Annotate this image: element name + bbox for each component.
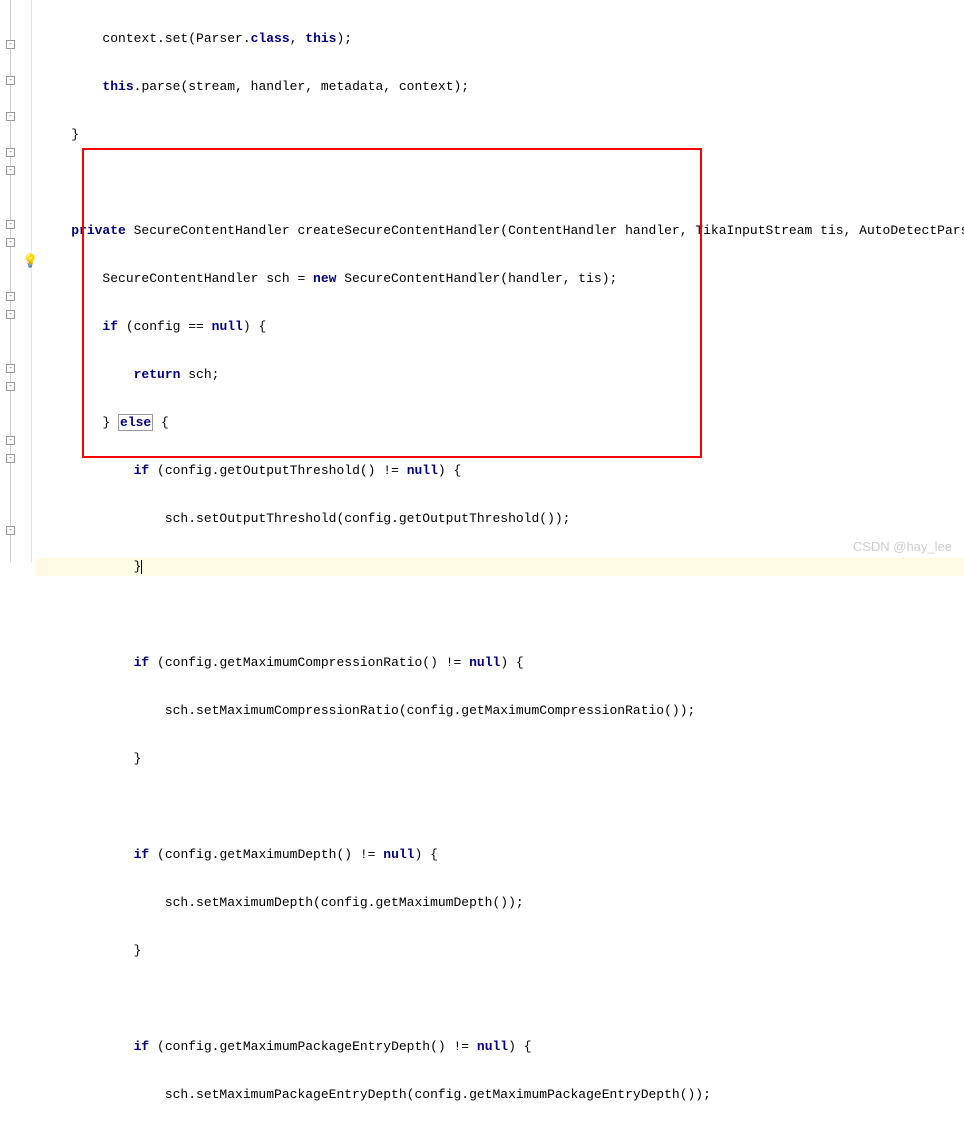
code-line[interactable]: if (config == null) { xyxy=(36,318,964,336)
code-line[interactable]: } xyxy=(36,750,964,768)
code-line[interactable]: } xyxy=(36,942,964,960)
code-line[interactable]: context.set(Parser.class, this); xyxy=(36,30,964,48)
fold-icon[interactable]: - xyxy=(6,76,15,85)
code-line[interactable]: SecureContentHandler sch = new SecureCon… xyxy=(36,270,964,288)
code-line[interactable]: } xyxy=(36,126,964,144)
fold-icon[interactable]: - xyxy=(6,166,15,175)
code-line[interactable] xyxy=(36,798,964,816)
fold-icon[interactable]: - xyxy=(6,220,15,229)
fold-icon[interactable]: - xyxy=(6,526,15,535)
code-line[interactable]: sch.setOutputThreshold(config.getOutputT… xyxy=(36,510,964,528)
code-line[interactable] xyxy=(36,606,964,624)
code-line[interactable] xyxy=(36,990,964,1008)
code-editor[interactable]: - - - - - - - - - - - - - - 💡 context.se… xyxy=(0,0,964,562)
gutter: - - - - - - - - - - - - - - 💡 xyxy=(0,0,32,562)
fold-icon[interactable]: - xyxy=(6,148,15,157)
fold-icon[interactable]: - xyxy=(6,292,15,301)
code-line[interactable]: if (config.getOutputThreshold() != null)… xyxy=(36,462,964,480)
fold-icon[interactable]: - xyxy=(6,238,15,247)
code-line[interactable]: sch.setMaximumDepth(config.getMaximumDep… xyxy=(36,894,964,912)
code-line[interactable]: private SecureContentHandler createSecur… xyxy=(36,222,964,240)
code-line[interactable]: return sch; xyxy=(36,366,964,384)
code-line[interactable]: if (config.getMaximumPackageEntryDepth()… xyxy=(36,1038,964,1056)
code-line[interactable]: if (config.getMaximumCompressionRatio() … xyxy=(36,654,964,672)
code-line[interactable] xyxy=(36,174,964,192)
fold-icon[interactable]: - xyxy=(6,364,15,373)
fold-icon[interactable]: - xyxy=(6,454,15,463)
code-area[interactable]: context.set(Parser.class, this); this.pa… xyxy=(32,0,964,562)
fold-icon[interactable]: - xyxy=(6,382,15,391)
code-line[interactable]: if (config.getMaximumDepth() != null) { xyxy=(36,846,964,864)
code-line[interactable]: sch.setMaximumPackageEntryDepth(config.g… xyxy=(36,1086,964,1104)
fold-icon[interactable]: - xyxy=(6,112,15,121)
fold-icon[interactable]: - xyxy=(6,310,15,319)
code-line-current[interactable]: } xyxy=(36,558,964,576)
code-line[interactable]: } else { xyxy=(36,414,964,432)
highlight-annotation-box xyxy=(82,148,702,458)
fold-icon[interactable]: - xyxy=(6,40,15,49)
code-line[interactable]: this.parse(stream, handler, metadata, co… xyxy=(36,78,964,96)
fold-icon[interactable]: - xyxy=(6,436,15,445)
code-line[interactable]: sch.setMaximumCompressionRatio(config.ge… xyxy=(36,702,964,720)
